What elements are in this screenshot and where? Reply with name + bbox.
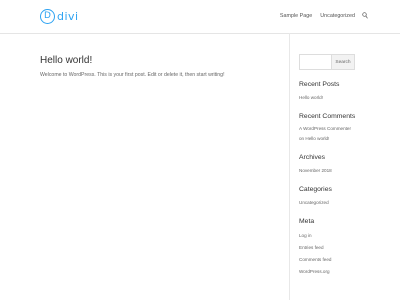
logo-mark: D: [40, 8, 55, 24]
archive-link[interactable]: November 2018: [299, 168, 332, 173]
main-navigation: Sample Page Uncategorized: [272, 12, 368, 19]
comment-post-link[interactable]: on Hello world!: [299, 136, 329, 141]
widget-title: Archives: [299, 154, 326, 161]
meta-link-entries-feed[interactable]: Entries feed: [299, 245, 324, 250]
nav-item-sample-page[interactable]: Sample Page: [280, 13, 312, 19]
search-icon[interactable]: [362, 12, 368, 19]
recent-post-link[interactable]: Hello world!: [299, 95, 323, 100]
widget-recent-comments: Recent Comments A WordPress Commenter on…: [299, 113, 369, 141]
comment-author-link[interactable]: A WordPress Commenter: [299, 126, 351, 131]
widget-archives: Archives November 2018: [299, 154, 369, 173]
sidebar-divider: [289, 33, 290, 300]
widget-categories: Categories Uncategorized: [299, 186, 369, 205]
widget-title: Categories: [299, 186, 332, 193]
meta-link-comments-feed[interactable]: Comments feed: [299, 257, 331, 262]
widget-title: Recent Posts: [299, 81, 340, 88]
site-header: D divi Sample Page Uncategorized: [0, 0, 400, 33]
meta-link-login[interactable]: Log in: [299, 233, 312, 238]
category-link[interactable]: Uncategorized: [299, 200, 329, 205]
sidebar: Search Recent Posts Hello world! Recent …: [299, 54, 359, 274]
widget-title: Recent Comments: [299, 113, 356, 120]
widget-title: Meta: [299, 218, 315, 225]
search-input[interactable]: [299, 54, 332, 70]
search-button[interactable]: Search: [332, 54, 355, 70]
search-form: Search: [299, 54, 359, 70]
meta-link-wordpress-org[interactable]: WordPress.org: [299, 269, 330, 274]
post-excerpt: Welcome to WordPress. This is your first…: [40, 72, 225, 78]
main-content: Hello world! Welcome to WordPress. This …: [40, 55, 280, 79]
logo-text: divi: [57, 9, 79, 23]
widget-recent-posts: Recent Posts Hello world!: [299, 81, 369, 100]
post-title[interactable]: Hello world!: [40, 55, 280, 66]
widget-meta: Meta Log in Entries feed Comments feed W…: [299, 218, 369, 274]
nav-item-uncategorized[interactable]: Uncategorized: [320, 13, 355, 19]
site-logo[interactable]: D divi: [40, 7, 79, 25]
